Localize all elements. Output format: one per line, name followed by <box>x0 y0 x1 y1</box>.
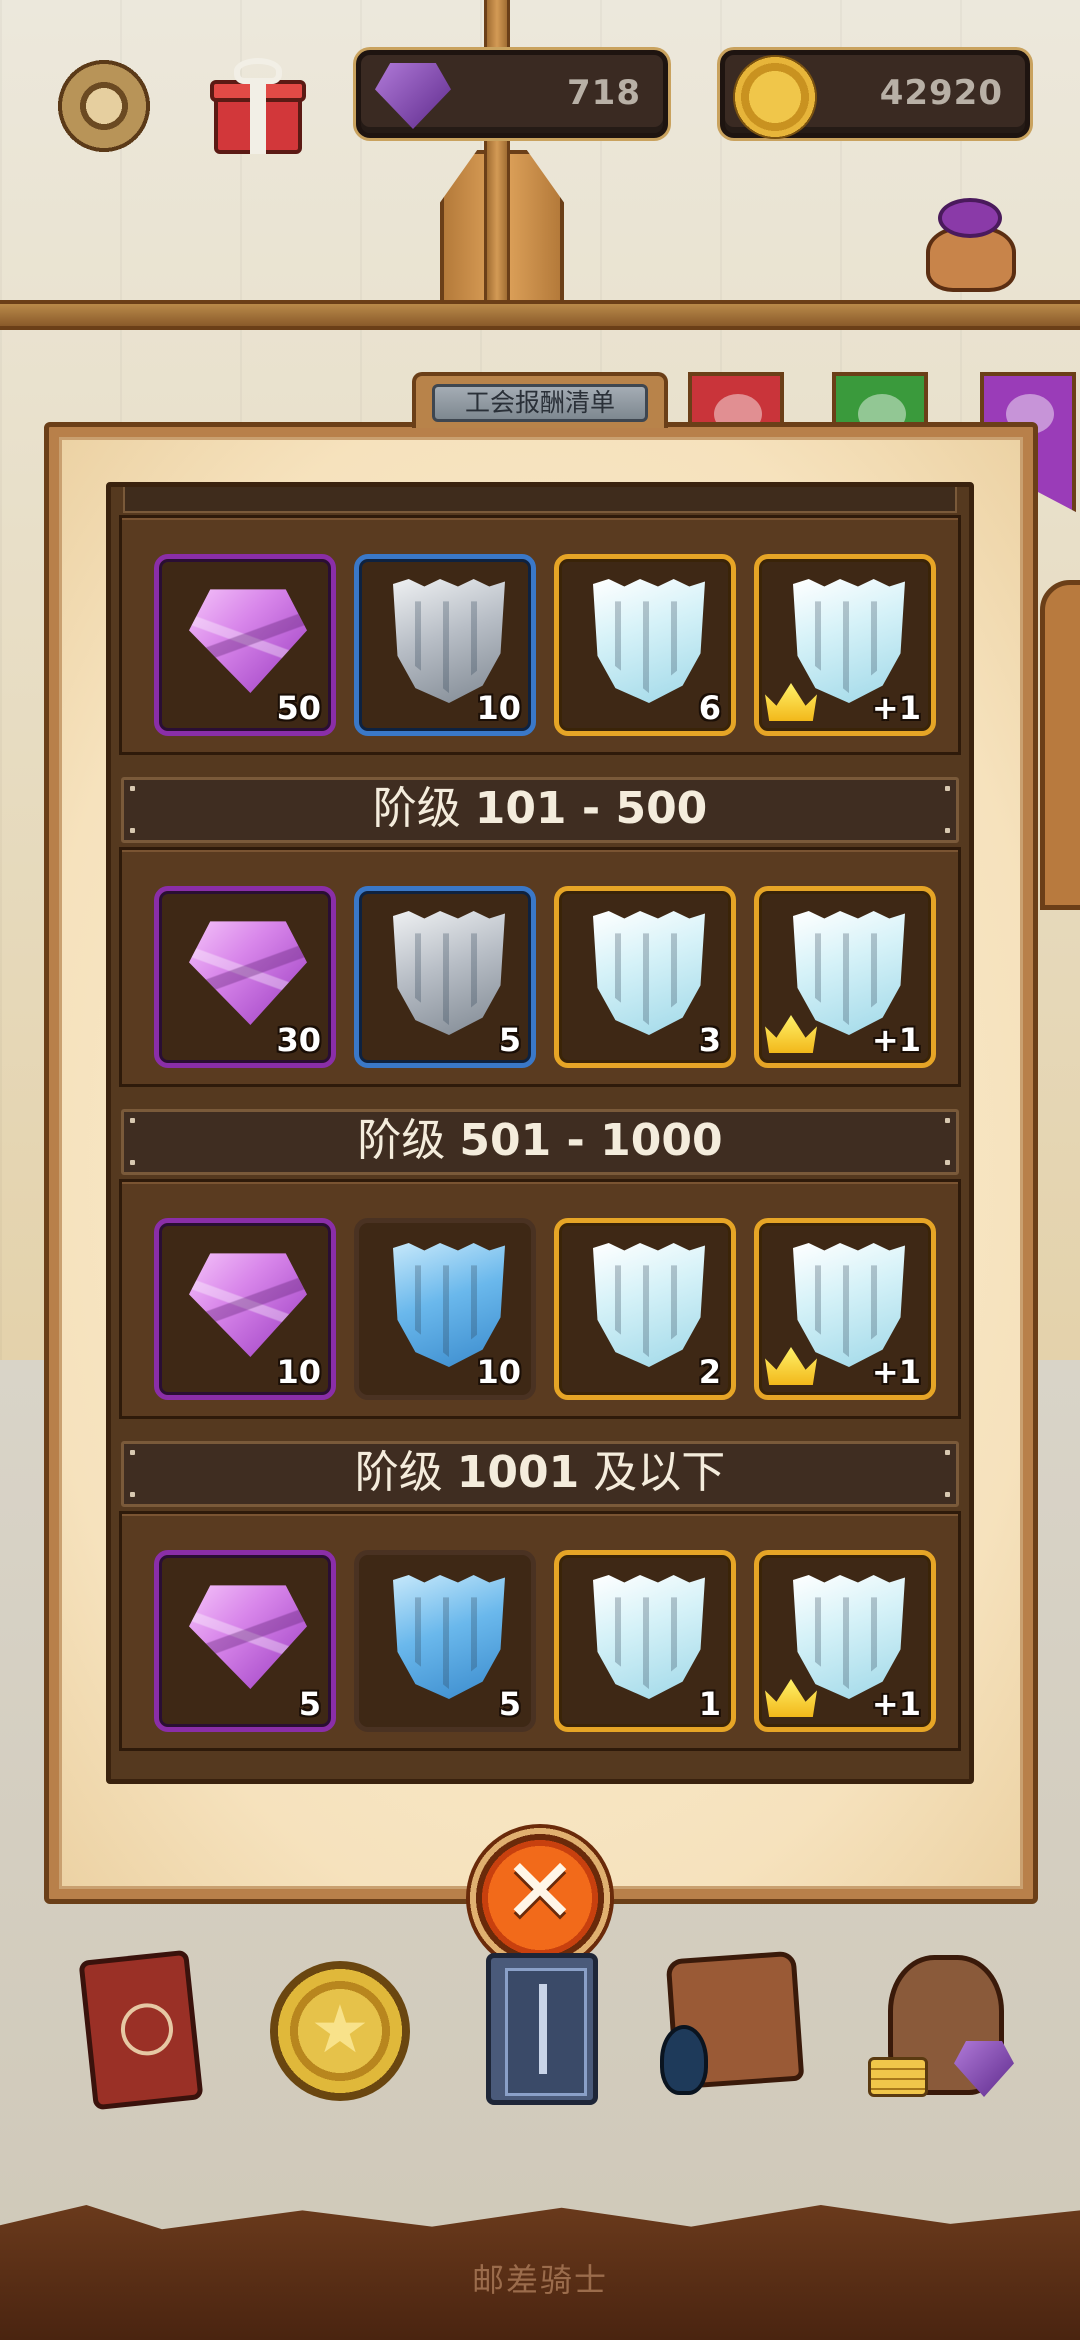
pouch-top <box>938 198 1002 238</box>
reward-quantity: 5 <box>498 1021 521 1059</box>
reward-item[interactable]: 3 <box>554 886 736 1068</box>
gear-teeth <box>50 52 158 160</box>
potion-icon <box>660 2025 708 2095</box>
rewards-list[interactable]: 50 10 6 +1 阶级 101 - 500 30 5 3 +1 阶级 501… <box>106 482 974 1784</box>
gold-counter[interactable]: 42920 <box>720 50 1030 139</box>
reward-quantity: +1 <box>871 689 921 727</box>
gem-facet <box>189 1253 307 1357</box>
reward-item[interactable]: 10 <box>154 1218 336 1400</box>
bottom-caption: 邮差骑士 <box>471 2261 608 2299</box>
tier-header: 阶级 501 - 1000 <box>121 1109 959 1175</box>
tier-header: 阶级 1001 及以下 <box>121 1441 959 1507</box>
reward-quantity: +1 <box>871 1021 921 1059</box>
reward-quantity: 10 <box>476 689 521 727</box>
tier-label: 阶级 <box>354 1447 443 1498</box>
coin-stack-icon <box>868 2057 928 2097</box>
reward-item[interactable]: 1 <box>554 1550 736 1732</box>
background-post <box>484 0 510 300</box>
tier-range: 501 - 1000 <box>459 1115 723 1166</box>
tier-reward-row: 10 10 2 +1 <box>119 1179 961 1419</box>
reward-item[interactable]: 5 <box>354 886 536 1068</box>
scrolled-tier-header-edge <box>123 487 957 513</box>
tier-reward-row: 30 5 3 +1 <box>119 847 961 1087</box>
reward-quantity: 50 <box>276 689 321 727</box>
reward-quantity: 5 <box>298 1685 321 1723</box>
modal-title: 工会报酬清单 <box>432 384 648 422</box>
crown-icon <box>765 1679 817 1717</box>
background-shelf <box>0 300 1080 330</box>
reward-quantity: 5 <box>498 1685 521 1723</box>
reward-item[interactable]: +1 <box>754 1550 936 1732</box>
reward-quantity: +1 <box>871 1685 921 1723</box>
tier-header: 阶级 101 - 500 <box>121 777 959 843</box>
reward-item[interactable]: 2 <box>554 1218 736 1400</box>
nav-cards-icon[interactable] <box>470 1945 610 2115</box>
gem-facet <box>189 589 307 693</box>
cards-shape <box>486 1953 598 2105</box>
crown-icon <box>765 683 817 721</box>
nav-inventory-bag-icon[interactable] <box>660 1945 805 2115</box>
reward-quantity: 10 <box>276 1353 321 1391</box>
gem-facet <box>189 1585 307 1689</box>
gift-box-icon[interactable] <box>210 58 306 154</box>
coin-shape <box>270 1961 410 2101</box>
settings-gear-icon[interactable] <box>50 52 158 160</box>
reward-quantity: 2 <box>698 1353 721 1391</box>
gift-bow <box>234 58 282 84</box>
tier-label: 阶级 <box>372 783 461 834</box>
reward-item[interactable]: +1 <box>754 554 936 736</box>
gift-ribbon <box>250 80 266 154</box>
reward-quantity: 30 <box>276 1021 321 1059</box>
tier-range: 101 - 500 <box>474 783 708 834</box>
reward-item[interactable]: 5 <box>154 1550 336 1732</box>
reward-item[interactable]: 5 <box>354 1550 536 1732</box>
tier-label: 阶级 <box>357 1115 446 1166</box>
nav-book-icon[interactable] <box>72 1945 212 2115</box>
reward-quantity: 1 <box>698 1685 721 1723</box>
nav-loot-sack-icon[interactable] <box>868 1945 1014 2115</box>
gem-facet <box>189 921 307 1025</box>
gold-coin-icon <box>733 55 817 139</box>
gold-count: 42920 <box>879 73 1003 113</box>
reward-item[interactable]: 6 <box>554 554 736 736</box>
crown-icon <box>765 1015 817 1053</box>
reward-item[interactable]: +1 <box>754 886 936 1068</box>
reward-item[interactable]: 30 <box>154 886 336 1068</box>
reward-item[interactable]: 10 <box>354 554 536 736</box>
reward-item[interactable]: +1 <box>754 1218 936 1400</box>
purple-gem-icon <box>375 63 451 129</box>
book-shape <box>78 1949 204 2111</box>
modal-title-tab: 工会报酬清单 <box>412 372 668 428</box>
tier-reward-row: 5 5 1 +1 <box>119 1511 961 1751</box>
nav-coin-icon[interactable] <box>270 1945 410 2115</box>
background-window <box>1040 580 1080 910</box>
reward-quantity: 6 <box>698 689 721 727</box>
gem-counter[interactable]: 718 <box>356 50 668 138</box>
gem-count: 718 <box>567 73 641 113</box>
tier-suffix: 及以下 <box>593 1447 726 1498</box>
reward-quantity: 10 <box>476 1353 521 1391</box>
close-icon: ✕ <box>502 1839 578 1944</box>
tier-range: 1001 <box>456 1447 580 1498</box>
reward-item[interactable]: 50 <box>154 554 336 736</box>
reward-quantity: 3 <box>698 1021 721 1059</box>
reward-item[interactable]: 10 <box>354 1218 536 1400</box>
loot-pouch-icon[interactable] <box>920 196 1020 296</box>
crown-icon <box>765 1347 817 1385</box>
reward-quantity: +1 <box>871 1353 921 1391</box>
tier-reward-row: 50 10 6 +1 <box>119 515 961 755</box>
